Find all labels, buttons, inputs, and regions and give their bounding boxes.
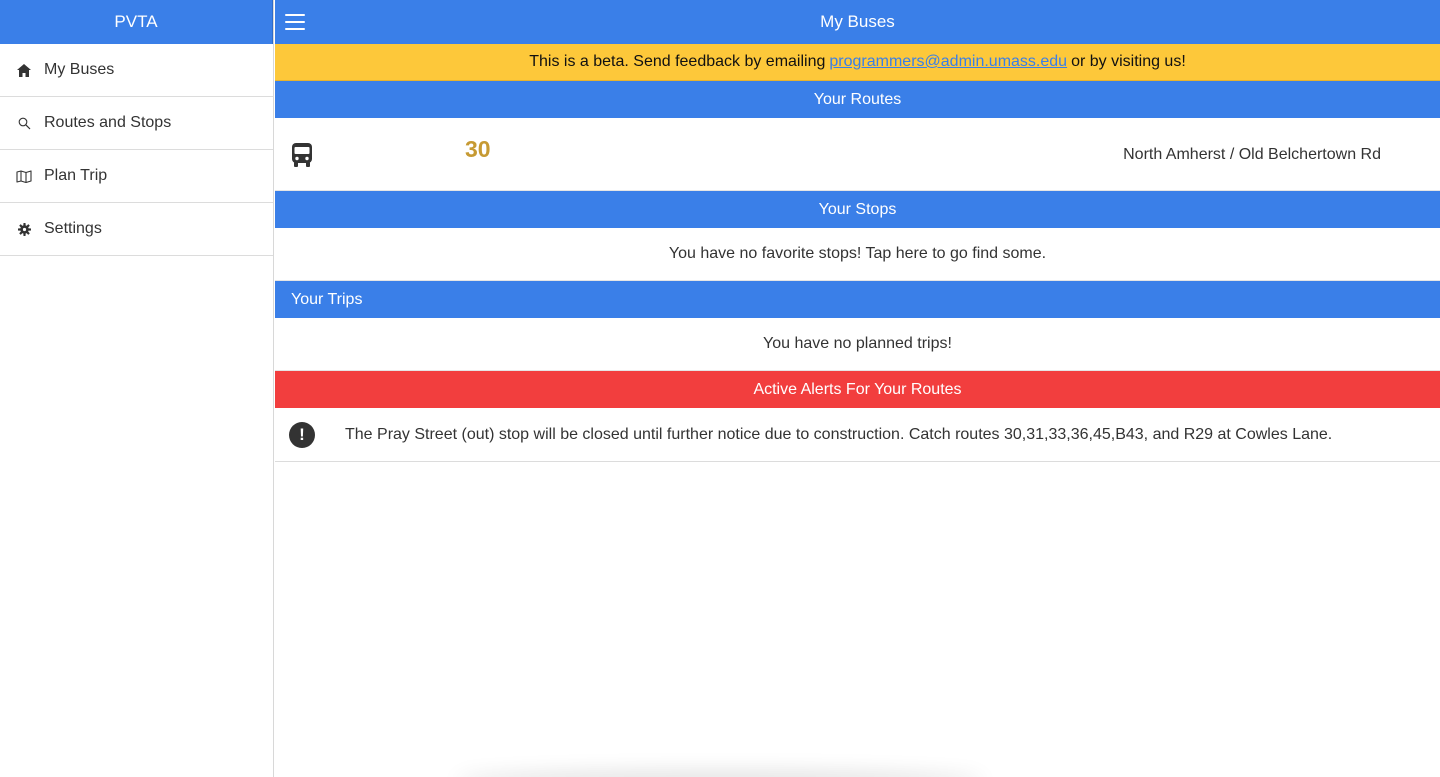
beta-banner-suffix: or by visiting us! <box>1071 53 1186 70</box>
sidebar-item-label: Plan Trip <box>44 167 108 184</box>
feedback-email-link[interactable]: programmers@admin.umass.edu <box>829 53 1067 71</box>
gear-icon <box>16 221 32 237</box>
header-bar: My Buses <box>275 0 1440 44</box>
beta-banner: This is a beta. Send feedback by emailin… <box>275 44 1440 81</box>
map-icon <box>16 168 32 184</box>
route-number: 30 <box>465 136 491 162</box>
page-title: My Buses <box>820 12 895 31</box>
sidebar: PVTA My Buses Routes and Stops Plan Trip <box>0 0 274 777</box>
beta-banner-prefix: This is a beta. Send feedback by emailin… <box>529 53 826 70</box>
alert-list-item[interactable]: ! The Pray Street (out) stop will be clo… <box>275 408 1440 462</box>
sidebar-item-routes-and-stops[interactable]: Routes and Stops <box>0 97 273 150</box>
search-icon <box>16 115 32 131</box>
hamburger-menu-icon[interactable] <box>285 12 305 32</box>
route-list-item[interactable]: 30 North Amherst / Old Belchertown Rd <box>275 118 1440 191</box>
section-header-stops: Your Stops <box>275 191 1440 228</box>
bus-icon <box>292 143 312 167</box>
alert-text: The Pray Street (out) stop will be close… <box>345 426 1333 443</box>
alert-exclamation-icon: ! <box>289 422 315 448</box>
sidebar-item-my-buses[interactable]: My Buses <box>0 44 273 97</box>
sidebar-item-label: Settings <box>44 220 102 237</box>
sidebar-item-plan-trip[interactable]: Plan Trip <box>0 150 273 203</box>
section-header-alerts: Active Alerts For Your Routes <box>275 371 1440 408</box>
no-trips-message: You have no planned trips! <box>275 318 1440 371</box>
home-icon <box>16 62 32 78</box>
sidebar-title: PVTA <box>0 0 273 44</box>
sidebar-item-label: My Buses <box>44 61 115 78</box>
section-header-trips: Your Trips <box>275 281 1440 318</box>
route-name: North Amherst / Old Belchertown Rd <box>1123 146 1381 163</box>
sidebar-item-label: Routes and Stops <box>44 114 172 131</box>
sidebar-item-settings[interactable]: Settings <box>0 203 273 256</box>
no-stops-message[interactable]: You have no favorite stops! Tap here to … <box>275 228 1440 281</box>
section-header-routes: Your Routes <box>275 81 1440 118</box>
main-content: My Buses This is a beta. Send feedback b… <box>275 0 1440 777</box>
